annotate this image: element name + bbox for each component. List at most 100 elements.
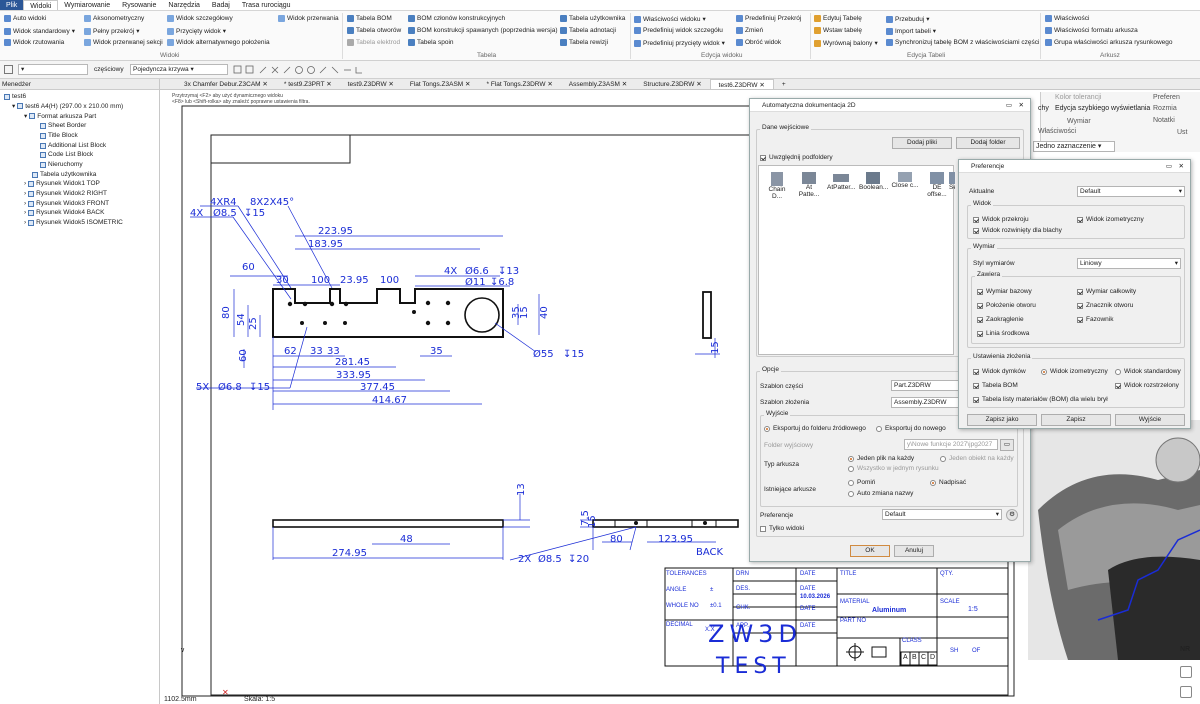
overwrite-radio[interactable]: Nadpisać — [930, 479, 966, 486]
tree-sheet-format[interactable]: ▾ Format arkusza Part — [24, 112, 96, 121]
full-section-button[interactable]: Pełny przekrój ▾ — [84, 27, 139, 35]
tree-fixed[interactable]: Nieruchomy — [40, 161, 83, 168]
maximize-icon[interactable]: ▭ — [1166, 160, 1172, 173]
preferences-combo[interactable]: Default ▾ — [882, 509, 1002, 520]
iso-view-checkbox[interactable]: Widok izometryczny — [1077, 216, 1144, 223]
notes-item[interactable]: Notatki — [1153, 117, 1175, 124]
exit-button[interactable]: Wyjście — [1115, 414, 1185, 426]
menu-file[interactable]: Plik — [0, 0, 24, 10]
file-item[interactable]: Se — [949, 172, 955, 191]
base-dim-checkbox[interactable]: Wymiar bazowy — [977, 288, 1032, 295]
close-icon[interactable]: ✕ — [1019, 99, 1024, 112]
export-source-radio[interactable]: Eksportuj do folderu źródłowego — [764, 425, 866, 432]
quick-display-item[interactable]: Edycja szybkiego wyświetlania — [1055, 105, 1150, 112]
auto-rename-radio[interactable]: Auto zmiana nazwy — [848, 490, 913, 497]
dimension-item[interactable]: Wymiar — [1067, 118, 1091, 125]
projection-view-button[interactable]: Widok rzutowania — [4, 39, 64, 46]
add-folder-button[interactable]: Dodaj folder — [956, 137, 1020, 149]
iso-view-radio[interactable]: Widok izometryczny — [1041, 368, 1108, 375]
predefine-detail-button[interactable]: Predefiniuj widok szczegółu — [634, 27, 723, 34]
sheet-format-properties-button[interactable]: Właściwości formatu arkusza — [1045, 27, 1138, 34]
hole-table-button[interactable]: Tabela otworów — [347, 27, 401, 34]
close-icon[interactable]: ✕ — [1179, 160, 1184, 173]
break-view-button[interactable]: Widok przerwania — [278, 15, 339, 22]
sheetmetal-view-checkbox[interactable]: Widok rozwinięty dla blachy — [973, 227, 1062, 234]
file-item[interactable]: AtPatter... — [827, 172, 856, 191]
file-item[interactable]: Close c... — [891, 172, 919, 189]
ok-button[interactable]: OK — [850, 545, 890, 557]
tree-view1[interactable]: › Rysunek Widok1 TOP — [24, 180, 100, 187]
hole-position-checkbox[interactable]: Położenie otworu — [977, 302, 1036, 309]
menu-piping[interactable]: Trasa rurociągu — [236, 0, 297, 10]
output-folder-field[interactable]: y\Nowe funkcje 2027\jpg2027 — [904, 439, 998, 450]
file-item[interactable]: At Patte... — [795, 172, 823, 198]
tree-title-block[interactable]: Title Block — [40, 132, 78, 139]
multi-body-bom-checkbox[interactable]: Tabela listy materiałów (BOM) dla wielu … — [973, 396, 1108, 403]
tab-test6[interactable]: test6.Z3DRW ✕ — [709, 79, 774, 89]
menu-tools[interactable]: Narzędzia — [162, 0, 206, 10]
menu-views[interactable]: Widoki — [23, 0, 59, 10]
tab-chamfer[interactable]: 3x Chamfer Debur.Z3CAM ✕ — [176, 79, 276, 89]
detail-view-button[interactable]: Widok szczegółowy — [167, 15, 233, 22]
import-table-button[interactable]: Import tabeli ▾ — [886, 27, 936, 35]
new-tab-button[interactable]: + — [774, 79, 794, 89]
centerline-checkbox[interactable]: Linia środkowa — [977, 330, 1029, 337]
predefine-cropped-button[interactable]: Predefiniuj przycięty widok ▾ — [634, 39, 725, 47]
size-item[interactable]: Rozmia — [1153, 105, 1177, 112]
tab-flat-tongs-asm[interactable]: Flat Tongs.Z3ASM ✕ — [402, 79, 479, 89]
predefine-section-button[interactable]: Predefiniuj Przekrój — [736, 15, 801, 22]
view-properties-button[interactable]: Właściwości widoku ▾ — [634, 15, 706, 23]
tree-view5[interactable]: › Rysunek Widok5 ISOMETRIC — [24, 219, 123, 226]
rotate-view-button[interactable]: Obróć widok — [736, 39, 781, 46]
revision-table-button[interactable]: Tabela rewizji — [560, 39, 608, 46]
export-new-radio[interactable]: Eksportuj do nowego — [876, 425, 946, 432]
tab-flat-tongs-drw[interactable]: * Flat Tongs.Z3DRW ✕ — [479, 79, 561, 89]
tree-sheet[interactable]: ▾ test6 A4(H) (297.00 x 210.00 mm) — [12, 102, 123, 111]
browse-folder-button[interactable]: ▭ — [1000, 439, 1014, 451]
side-tool-icon[interactable] — [1180, 686, 1192, 698]
selection-mode-combo[interactable]: Jedno zaznaczenie ▾ — [1033, 141, 1115, 152]
current-combo[interactable]: Default ▾ — [1077, 186, 1185, 197]
file-item[interactable]: Chain D... — [763, 172, 791, 200]
skip-radio[interactable]: Pomiń — [848, 479, 875, 486]
tab-assembly[interactable]: Assembly.Z3ASM ✕ — [561, 79, 635, 89]
rebuild-button[interactable]: Przebuduj ▾ — [886, 15, 930, 23]
tree-view4[interactable]: › Rysunek Widok4 BACK — [24, 209, 104, 216]
tree-view3[interactable]: › Rysunek Widok3 FRONT — [24, 200, 109, 207]
save-button[interactable]: Zapisz — [1041, 414, 1111, 426]
tab-structure[interactable]: Structure.Z3DRW ✕ — [635, 79, 709, 89]
change-button[interactable]: Zmień — [736, 27, 763, 34]
standard-view-radio[interactable]: Widok standardowy — [1115, 368, 1181, 375]
tab-test9-drw[interactable]: test9.Z3DRW ✕ — [340, 79, 402, 89]
scroll-down-icon[interactable]: ∨ — [180, 646, 185, 654]
annotation-table-button[interactable]: Tabela adnotacji — [560, 27, 616, 34]
filter-combo[interactable]: ▾ — [18, 64, 88, 75]
file-item[interactable]: DE offse... — [923, 172, 951, 198]
curve-combo[interactable]: Pojedyncza krzywa ▾ — [130, 64, 228, 75]
total-dim-checkbox[interactable]: Wymiar całkowity — [1077, 288, 1136, 295]
user-table-button[interactable]: Tabela użytkownika — [560, 15, 625, 22]
filter-icon[interactable] — [4, 65, 13, 74]
cancel-button[interactable]: Anuluj — [894, 545, 934, 557]
tab-test9-prt[interactable]: * test9.Z3PRT ✕ — [276, 79, 340, 89]
bom-table-button[interactable]: Tabela BOM — [347, 15, 392, 22]
snap-toolbar-icons[interactable] — [232, 64, 372, 76]
preferences-settings-button[interactable]: ⚙ — [1006, 509, 1018, 521]
weld-bom-button[interactable]: BOM konstrukcji spawanych (poprzednia we… — [408, 27, 558, 34]
tree-sheet-border[interactable]: Sheet Border — [40, 122, 86, 129]
sync-bom-button[interactable]: Synchronizuj tabelę BOM z właściwościami… — [886, 39, 1040, 46]
tolerance-color-item[interactable]: Kolor tolerancji — [1055, 94, 1101, 101]
add-files-button[interactable]: Dodaj pliki — [892, 137, 952, 149]
settings-item[interactable]: Ust — [1177, 129, 1188, 136]
file-item[interactable]: Boolean... — [859, 172, 888, 191]
one-file-each-radio[interactable]: Jeden plik na każdy — [848, 455, 914, 462]
section-view-checkbox[interactable]: Widok przekroju — [973, 216, 1029, 223]
subfolders-checkbox[interactable]: Uwzględnij podfoldery — [760, 154, 833, 161]
all-in-one-radio[interactable]: Wszystko w jednym rysunku — [848, 465, 939, 472]
tree-user-table[interactable]: Tabela użytkownika — [32, 171, 96, 178]
menu-dimensioning[interactable]: Wymiarowanie — [58, 0, 116, 10]
tree-additional-list[interactable]: Additional List Block — [40, 142, 106, 149]
tree-view2[interactable]: › Rysunek Widok2 RIGHT — [24, 190, 107, 197]
tree-code-list[interactable]: Code List Block — [40, 151, 93, 158]
structural-bom-button[interactable]: BOM członów konstrukcyjnych — [408, 15, 505, 22]
